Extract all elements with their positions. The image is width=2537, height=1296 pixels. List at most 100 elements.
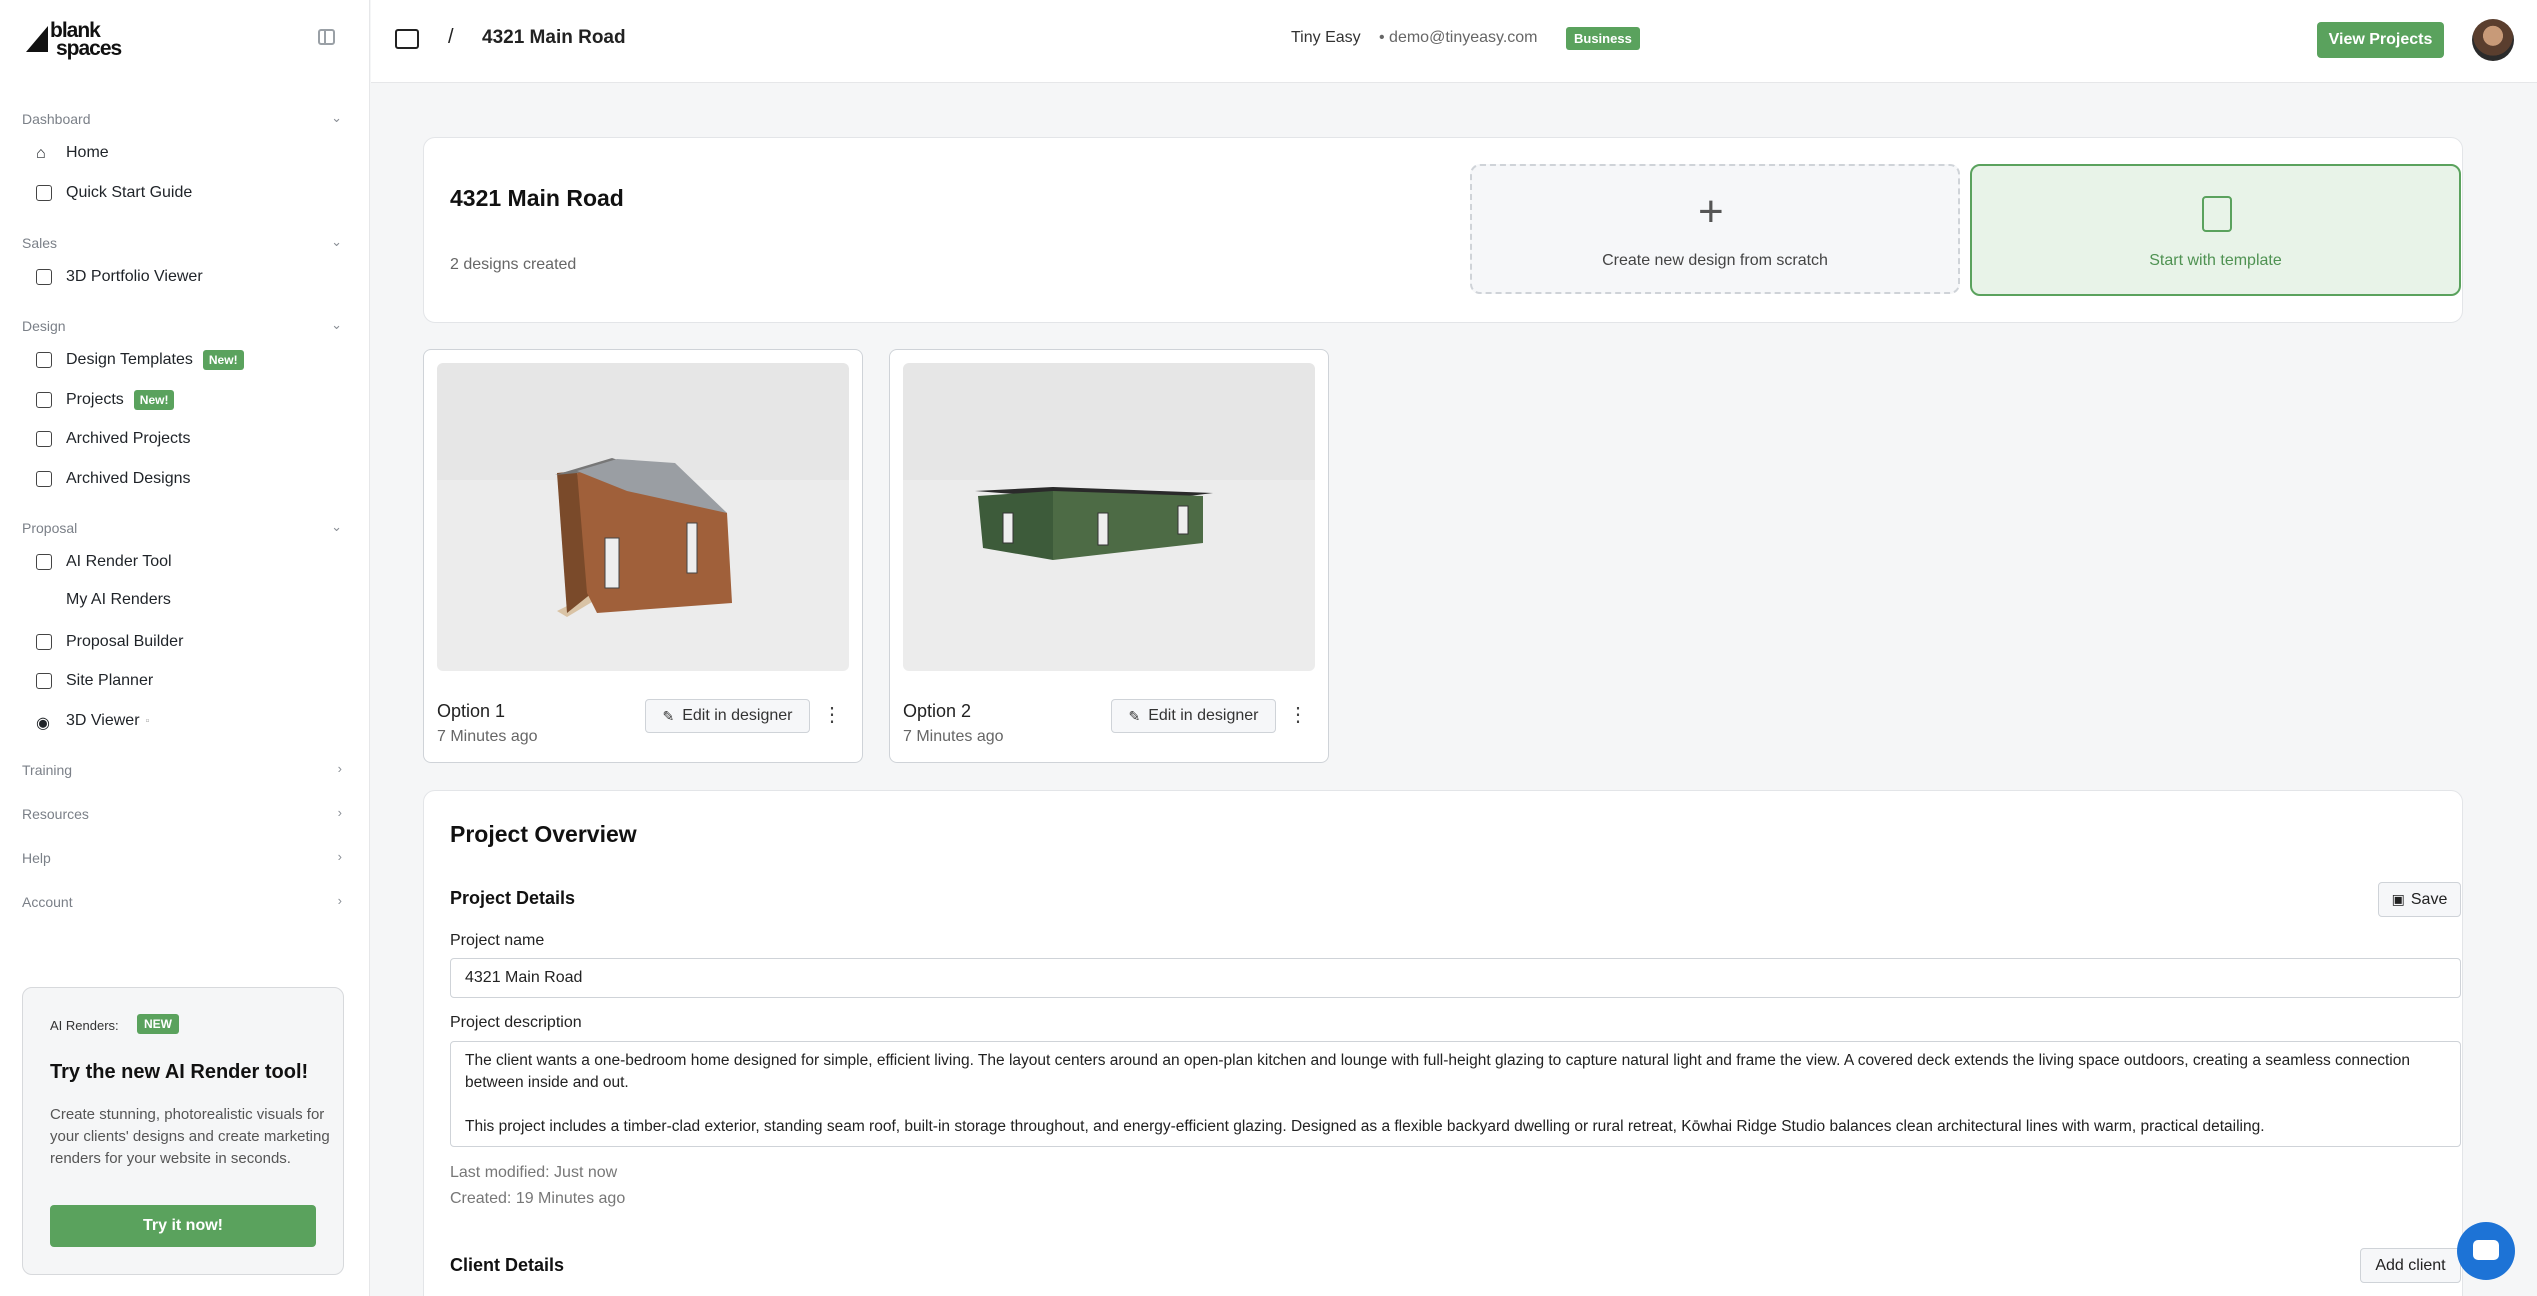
promo-tag: NEW bbox=[137, 1014, 179, 1034]
section-help[interactable]: Help › bbox=[22, 849, 342, 866]
create-new-design-label: Create new design from scratch bbox=[1602, 252, 1828, 269]
chat-support-icon[interactable] bbox=[2457, 1222, 2515, 1280]
presentation-icon bbox=[36, 634, 52, 650]
created-date: Created: 19 Minutes ago bbox=[450, 1190, 626, 1207]
section-design[interactable]: Design ⌄ bbox=[22, 317, 342, 334]
section-resources[interactable]: Resources › bbox=[22, 805, 342, 822]
folder-icon[interactable] bbox=[395, 29, 419, 49]
sidebar-item-ai-render-tool[interactable]: AI Render Tool bbox=[36, 546, 346, 578]
more-options-icon[interactable]: ⋮ bbox=[1288, 702, 1308, 727]
sidebar-item-quick-start[interactable]: Quick Start Guide bbox=[36, 177, 346, 209]
design-name: Option 1 bbox=[437, 701, 506, 721]
breadcrumb-title: 4321 Main Road bbox=[482, 27, 626, 48]
map-icon bbox=[36, 673, 52, 689]
section-label: Resources bbox=[22, 806, 89, 822]
view-projects-button[interactable]: View Projects bbox=[2317, 22, 2444, 58]
sidebar-item-my-ai-renders[interactable]: My AI Renders bbox=[66, 584, 376, 616]
sidebar-collapse-icon[interactable] bbox=[318, 29, 335, 45]
eye-icon: ◉ bbox=[36, 715, 50, 732]
sidebar-item-label: Quick Start Guide bbox=[66, 184, 193, 201]
sidebar-item-proposal-builder[interactable]: Proposal Builder bbox=[36, 626, 346, 658]
home-icon: ⌂ bbox=[36, 145, 46, 162]
save-label: Save bbox=[2410, 890, 2448, 908]
pencil-icon: ✎ bbox=[1128, 707, 1141, 724]
design-thumbnail[interactable] bbox=[903, 363, 1315, 671]
sidebar-item-label: Proposal Builder bbox=[66, 633, 184, 650]
file-icon bbox=[36, 352, 52, 368]
edit-in-designer-button[interactable]: ✎ Edit in designer bbox=[1111, 699, 1276, 733]
sidebar-item-label: AI Render Tool bbox=[66, 553, 172, 570]
project-description-textarea[interactable]: The client wants a one-bedroom home desi… bbox=[450, 1041, 2461, 1147]
save-button[interactable]: ▣ Save bbox=[2378, 882, 2461, 917]
video-icon bbox=[36, 185, 52, 201]
sidebar-item-portfolio[interactable]: 3D Portfolio Viewer bbox=[36, 261, 346, 293]
edit-label: Edit in designer bbox=[682, 707, 793, 724]
chevron-right-icon: › bbox=[337, 805, 342, 820]
promo-label: AI Renders: bbox=[50, 1018, 119, 1033]
try-it-now-button[interactable]: Try it now! bbox=[50, 1205, 316, 1247]
company-name: Tiny Easy bbox=[1291, 29, 1361, 46]
design-time: 7 Minutes ago bbox=[437, 728, 538, 745]
sidebar-item-archived-projects[interactable]: Archived Projects bbox=[36, 423, 346, 455]
last-modified: Last modified: Just now bbox=[450, 1164, 618, 1181]
sidebar-item-label: Archived Designs bbox=[66, 470, 191, 487]
logo-mark-icon bbox=[26, 26, 48, 52]
new-badge: New! bbox=[202, 350, 244, 370]
file-search-icon bbox=[2202, 196, 2232, 232]
sidebar-item-site-planner[interactable]: Site Planner bbox=[36, 665, 346, 697]
chevron-right-icon: › bbox=[337, 761, 342, 776]
create-new-design-button[interactable]: + Create new design from scratch bbox=[1470, 164, 1960, 294]
section-proposal[interactable]: Proposal ⌄ bbox=[22, 519, 342, 536]
project-name-input[interactable]: 4321 Main Road bbox=[450, 958, 2461, 998]
sidebar-item-label: Design Templates bbox=[66, 351, 193, 368]
overview-title: Project Overview bbox=[450, 821, 637, 847]
sidebar-item-label: Projects bbox=[66, 391, 124, 408]
section-sales[interactable]: Sales ⌄ bbox=[22, 234, 342, 251]
design-card[interactable]: Option 1 7 Minutes ago ✎ Edit in designer… bbox=[423, 349, 863, 763]
project-overview: Project Overview Project Details ▣ Save P… bbox=[423, 790, 2463, 1296]
user-email: • demo@tinyeasy.com bbox=[1379, 29, 1538, 46]
sidebar-item-label: Site Planner bbox=[66, 672, 154, 689]
section-label: Proposal bbox=[22, 520, 78, 536]
chevron-right-icon: › bbox=[337, 893, 342, 908]
brand-logo[interactable]: blank spaces bbox=[26, 20, 126, 59]
sidebar-item-design-templates[interactable]: Design Templates New! bbox=[36, 344, 346, 376]
section-account[interactable]: Account › bbox=[22, 893, 342, 910]
sidebar-item-home[interactable]: ⌂ Home bbox=[36, 137, 346, 169]
top-header: / 4321 Main Road Tiny Easy • demo@tinyea… bbox=[371, 0, 2537, 83]
start-with-template-button[interactable]: Start with template bbox=[1970, 164, 2461, 296]
sidebar-item-archived-designs[interactable]: Archived Designs bbox=[36, 463, 346, 495]
avatar[interactable] bbox=[2472, 19, 2514, 61]
designs-count: 2 designs created bbox=[450, 256, 577, 273]
start-with-template-label: Start with template bbox=[2149, 252, 2282, 269]
chevron-right-icon: › bbox=[337, 849, 342, 864]
section-dashboard[interactable]: Dashboard ⌄ bbox=[22, 110, 342, 127]
sidebar-item-label: Home bbox=[66, 144, 109, 161]
pencil-icon: ✎ bbox=[662, 707, 675, 724]
design-time: 7 Minutes ago bbox=[903, 728, 1004, 745]
section-label: Sales bbox=[22, 235, 58, 251]
add-client-button[interactable]: Add client bbox=[2360, 1248, 2461, 1283]
sidebar: blank spaces Dashboard ⌄ ⌂ Home Quick Star… bbox=[0, 0, 370, 1296]
project-description-label: Project description bbox=[450, 1014, 582, 1031]
sidebar-item-3d-viewer[interactable]: ◉ 3D Viewer ▫ bbox=[36, 705, 346, 737]
section-training[interactable]: Training › bbox=[22, 761, 342, 778]
project-title: 4321 Main Road bbox=[450, 185, 624, 211]
ai-render-promo: AI Renders: NEW Try the new AI Render to… bbox=[22, 987, 344, 1275]
house-render-image bbox=[975, 487, 1213, 560]
sidebar-item-projects[interactable]: Projects New! bbox=[36, 384, 346, 416]
project-details-title: Project Details bbox=[450, 888, 576, 908]
design-card[interactable]: Option 2 7 Minutes ago ✎ Edit in designer… bbox=[889, 349, 1329, 763]
section-label: Account bbox=[22, 894, 73, 910]
more-options-icon[interactable]: ⋮ bbox=[822, 702, 842, 727]
edit-in-designer-button[interactable]: ✎ Edit in designer bbox=[645, 699, 810, 733]
project-summary-card: 4321 Main Road 2 designs created + Creat… bbox=[423, 137, 2463, 323]
house-render-image bbox=[555, 458, 732, 617]
section-label: Dashboard bbox=[22, 111, 91, 127]
sidebar-item-label: 3D Viewer bbox=[66, 712, 140, 729]
chevron-down-icon: ⌄ bbox=[331, 519, 342, 534]
sidebar-item-label: 3D Portfolio Viewer bbox=[66, 268, 203, 285]
description-paragraph: This project includes a timber-clad exte… bbox=[465, 1118, 2265, 1135]
design-thumbnail[interactable] bbox=[437, 363, 849, 671]
archive-file-icon bbox=[36, 471, 52, 487]
